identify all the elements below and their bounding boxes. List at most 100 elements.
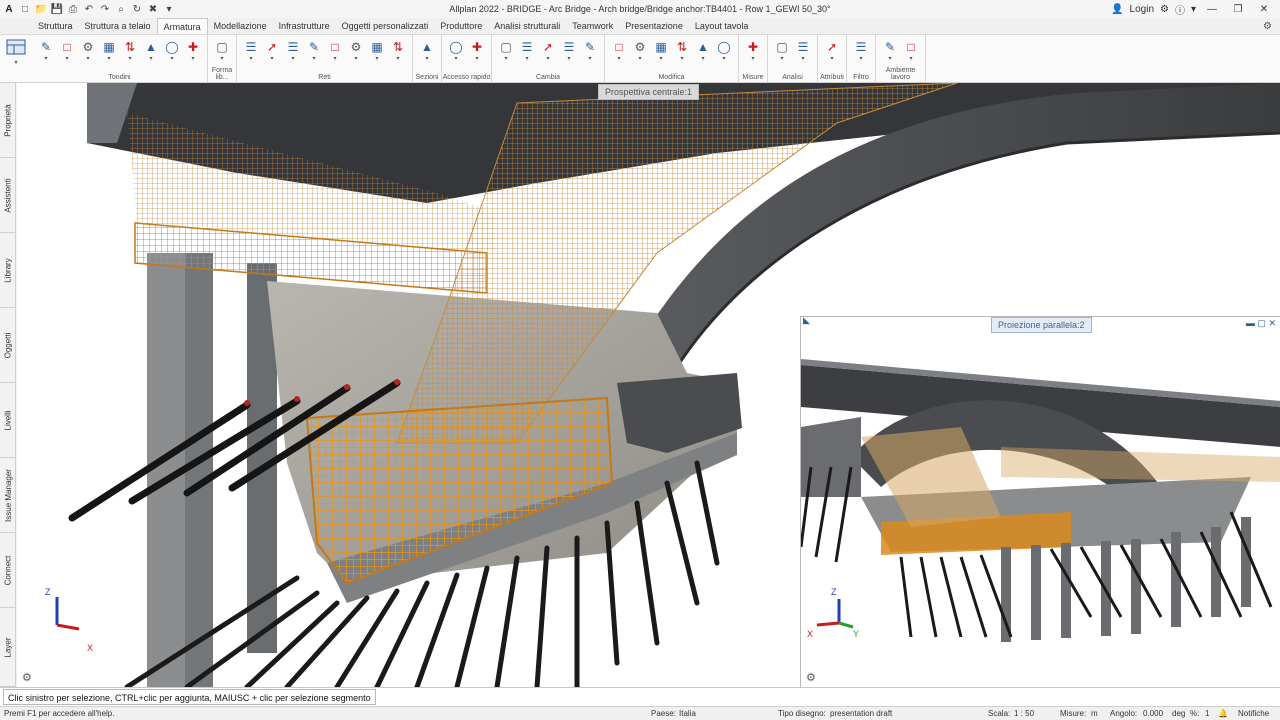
length-value[interactable]: m — [1091, 709, 1098, 718]
ribbon-tool-button[interactable]: ▲ ▾ — [418, 39, 436, 67]
ribbon-settings-icon[interactable]: ⚙ — [1263, 21, 1272, 32]
chevron-down-icon[interactable]: ▾ — [107, 55, 110, 63]
chevron-down-icon[interactable]: ▾ — [475, 55, 478, 63]
chevron-down-icon[interactable]: ▾ — [44, 55, 47, 63]
ribbon-tool-button[interactable]: ✚ ▾ — [744, 39, 762, 67]
chevron-down-icon[interactable]: ▾ — [680, 55, 683, 63]
ribbon-tool-button[interactable]: ✎ ▾ — [581, 39, 599, 67]
chevron-down-icon[interactable]: ▾ — [909, 55, 912, 63]
ribbon-tool-button[interactable]: □ ▾ — [610, 39, 628, 67]
help-icon[interactable]: ⓘ — [1175, 2, 1185, 17]
view-settings-icon-2[interactable]: ⚙ — [806, 672, 816, 684]
dock-tab-layer[interactable]: Layer — [0, 608, 16, 687]
ribbon-tool-button[interactable]: ✚ ▾ — [184, 39, 202, 67]
viewport-minimize-button[interactable]: ▬ — [1246, 318, 1255, 328]
chevron-down-icon[interactable]: ▾ — [128, 55, 131, 63]
redo-icon[interactable]: ↷ — [98, 2, 112, 16]
ribbon-tool-button[interactable]: □ ▾ — [902, 39, 920, 67]
ribbon-tool-button[interactable]: ▦ ▾ — [652, 39, 670, 67]
maximize-button[interactable]: ❐ — [1228, 4, 1248, 15]
dock-tab-livelli[interactable]: Livelli — [0, 383, 16, 458]
chevron-down-icon[interactable]: ▾ — [86, 55, 89, 63]
ribbon-tool-button[interactable]: ✎ ▾ — [305, 39, 323, 67]
ribbon-tool-button[interactable]: ➚ ▾ — [263, 39, 281, 67]
open-folder-icon[interactable]: 📁 — [34, 2, 48, 16]
chevron-down-icon[interactable]: ▾ — [525, 55, 528, 63]
user-icon[interactable]: 👤 — [1111, 4, 1123, 15]
chevron-down-icon[interactable]: ▾ — [396, 55, 399, 63]
ribbon-tool-button[interactable]: ⇅ ▾ — [389, 39, 407, 67]
ribbon-tool-button[interactable]: □ ▾ — [58, 39, 76, 67]
chevron-down-icon[interactable]: ▾ — [454, 55, 457, 63]
tab-presentazione[interactable]: Presentazione — [619, 18, 689, 34]
chevron-down-icon[interactable]: ▾ — [659, 55, 662, 63]
ribbon-tool-button[interactable]: ▦ ▾ — [100, 39, 118, 67]
viewport-close-button[interactable]: ✕ — [1268, 318, 1276, 328]
notifications-icon[interactable]: 🔔 — [1218, 709, 1228, 718]
chevron-down-icon[interactable]: ▾ — [722, 55, 725, 63]
ribbon-tool-button[interactable]: ➚ ▾ — [539, 39, 557, 67]
customize-dropdown-icon[interactable]: ▾ — [162, 2, 176, 16]
tools-icon[interactable]: ✖ — [146, 2, 160, 16]
notifications-label[interactable]: Notifiche — [1238, 709, 1269, 718]
dock-tab-proprieta[interactable]: Proprietà — [0, 83, 16, 158]
tab-layout-tavola[interactable]: Layout tavola — [689, 18, 755, 34]
ribbon-tool-button[interactable]: ☰ ▾ — [560, 39, 578, 67]
percent-value[interactable]: 1 — [1205, 709, 1209, 718]
settings-icon[interactable]: ⚙ — [1160, 4, 1169, 15]
ribbon-tool-button[interactable]: ◯ ▾ — [715, 39, 733, 67]
ribbon-tool-button[interactable]: ➚ ▾ — [823, 39, 841, 67]
viewport-restore-button[interactable]: ▢ — [1257, 318, 1266, 328]
ribbon-tool-button[interactable]: ▢ ▾ — [213, 39, 231, 67]
chevron-down-icon[interactable]: ▾ — [830, 55, 833, 63]
ribbon-tool-button[interactable]: ▢ ▾ — [773, 39, 791, 67]
ribbon-tool-button[interactable]: ☰ ▾ — [518, 39, 536, 67]
chevron-down-icon[interactable]: ▾ — [780, 55, 783, 63]
chevron-down-icon[interactable]: ▾ — [617, 55, 620, 63]
view-settings-icon[interactable]: ⚙ — [22, 672, 32, 684]
chevron-down-icon[interactable]: ▾ — [701, 55, 704, 63]
chevron-down-icon[interactable]: ▾ — [270, 55, 273, 63]
tab-struttura-a-telaio[interactable]: Struttura a telaio — [79, 18, 157, 34]
ribbon-tool-button[interactable]: ▢ ▾ — [497, 39, 515, 67]
minimize-button[interactable]: — — [1202, 4, 1222, 15]
ribbon-tool-button[interactable]: ✎ ▾ — [881, 39, 899, 67]
tab-teamwork[interactable]: Teamwork — [566, 18, 619, 34]
chevron-down-icon[interactable]: ▾ — [191, 55, 194, 63]
help-dropdown-icon[interactable]: ▾ — [1191, 4, 1196, 15]
ribbon-tool-button[interactable]: ⚙ ▾ — [347, 39, 365, 67]
chevron-down-icon[interactable]: ▾ — [801, 55, 804, 63]
chevron-down-icon[interactable]: ▾ — [504, 55, 507, 63]
view-switch-button[interactable]: ▾ — [4, 37, 28, 67]
dock-tab-issue-manager[interactable]: Issue Manager — [0, 458, 16, 533]
tab-analisi-strutturali[interactable]: Analisi strutturali — [488, 18, 566, 34]
chevron-down-icon[interactable]: ▾ — [375, 55, 378, 63]
dock-tab-assistenti[interactable]: Assistenti — [0, 158, 16, 233]
chevron-down-icon[interactable]: ▾ — [65, 55, 68, 63]
login-link[interactable]: Login — [1130, 4, 1154, 15]
close-button[interactable]: ✕ — [1254, 4, 1274, 15]
ribbon-tool-button[interactable]: ▲ ▾ — [142, 39, 160, 67]
chevron-down-icon[interactable]: ▾ — [354, 55, 357, 63]
ribbon-tool-button[interactable]: ▲ ▾ — [694, 39, 712, 67]
chevron-down-icon[interactable]: ▾ — [888, 55, 891, 63]
ribbon-tool-button[interactable]: □ ▾ — [326, 39, 344, 67]
chevron-down-icon[interactable]: ▾ — [546, 55, 549, 63]
secondary-viewport-title[interactable]: Proiezione parallela:2 — [991, 317, 1092, 333]
tab-modellazione[interactable]: Modellazione — [208, 18, 273, 34]
chevron-down-icon[interactable]: ▾ — [249, 55, 252, 63]
tab-infrastrutture[interactable]: Infrastrutture — [273, 18, 336, 34]
ribbon-tool-button[interactable]: ⇅ ▾ — [121, 39, 139, 67]
dock-tab-library[interactable]: Library — [0, 233, 16, 308]
tab-struttura[interactable]: Struttura — [32, 18, 79, 34]
main-viewport-title[interactable]: Prospettiva centrale:1 — [598, 84, 700, 100]
undo-icon[interactable]: ↶ — [82, 2, 96, 16]
save-icon[interactable]: 💾 — [50, 2, 64, 16]
chevron-down-icon[interactable]: ▾ — [859, 55, 862, 63]
app-logo-icon[interactable]: A — [2, 2, 16, 16]
angle-value[interactable]: 0.000 — [1143, 709, 1163, 718]
dock-tab-connect[interactable]: Connect — [0, 533, 16, 608]
tab-armatura[interactable]: Armatura — [156, 18, 208, 34]
ribbon-tool-button[interactable]: ▦ ▾ — [368, 39, 386, 67]
angle-unit[interactable]: deg — [1172, 709, 1185, 718]
